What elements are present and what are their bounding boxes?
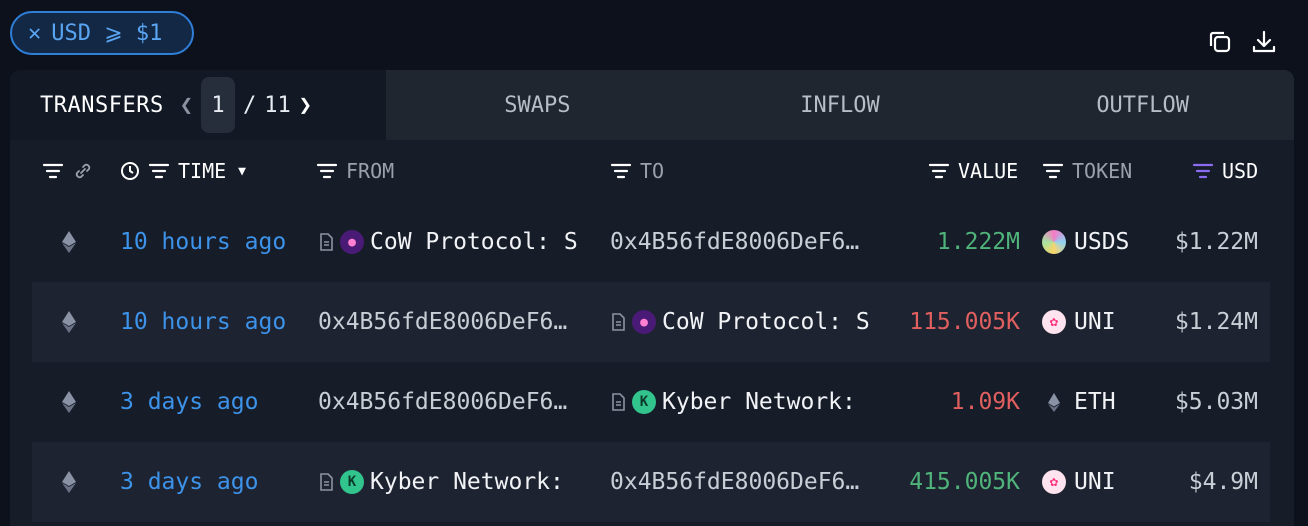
token-label: UNI — [1074, 469, 1116, 495]
table-row[interactable]: 10 hours ago ● CoW Protocol: S 0x4B56fdE… — [32, 202, 1270, 282]
from-header-label: FROM — [346, 159, 395, 183]
row-time[interactable]: 10 hours ago — [120, 282, 286, 362]
usds-token-icon — [1042, 230, 1066, 254]
filter-icon — [1042, 163, 1064, 179]
download-icon[interactable] — [1250, 28, 1278, 56]
column-token[interactable]: TOKEN — [1042, 140, 1132, 202]
chevron-left-icon[interactable]: ❮ — [180, 93, 193, 118]
usd-filter-chip[interactable]: ✕ USD ⩾ $1 — [10, 11, 194, 55]
filter-icon — [610, 163, 632, 179]
to-address[interactable]: 0x4B56fdE8006DeF6… — [610, 202, 880, 282]
contract-icon — [320, 473, 333, 491]
from-address[interactable]: 0x4B56fdE8006DeF6… — [318, 362, 588, 442]
row-time[interactable]: 3 days ago — [120, 362, 258, 442]
row-value: 115.005K — [909, 309, 1020, 335]
ethereum-icon — [62, 442, 76, 522]
token-label: USDS — [1074, 229, 1130, 255]
to-label: Kyber Network: — [662, 389, 856, 415]
contract-icon — [612, 393, 625, 411]
table-row[interactable]: 3 days ago K Kyber Network: 0x4B56fdE800… — [32, 442, 1270, 522]
row-token[interactable]: USDS — [1042, 202, 1129, 282]
kyber-network-icon: K — [632, 390, 656, 414]
transfers-panel: TRANSFERS ❮ 1 / 11 ❯ SWAPS INFLOW OUTFLO… — [10, 70, 1294, 526]
table-row[interactable]: 10 hours ago 0x4B56fdE8006DeF6… ● CoW Pr… — [32, 282, 1270, 362]
row-token[interactable]: ✿ UNI — [1042, 442, 1116, 522]
tab-transfers-label: TRANSFERS — [40, 92, 164, 118]
ethereum-icon — [62, 362, 76, 442]
to-entity[interactable]: K Kyber Network: — [610, 362, 880, 442]
eth-token-icon — [1048, 393, 1060, 412]
table-header: TIME ▼ FROM TO VALUE TOKEN USD — [10, 140, 1294, 202]
from-entity[interactable]: K Kyber Network: — [318, 442, 588, 522]
uni-token-icon: ✿ — [1042, 310, 1066, 334]
to-header-label: TO — [640, 159, 665, 183]
to-address[interactable]: 0x4B56fdE8006DeF6… — [610, 442, 880, 522]
table-row[interactable]: 3 days ago 0x4B56fdE8006DeF6… K Kyber Ne… — [32, 362, 1270, 442]
from-entity[interactable]: ● CoW Protocol: S — [318, 202, 588, 282]
contract-icon — [612, 313, 625, 331]
row-time[interactable]: 10 hours ago — [120, 202, 286, 282]
clock-icon — [120, 161, 140, 181]
total-pages: 11 — [264, 92, 291, 118]
tab-outflow[interactable]: OUTFLOW — [991, 70, 1294, 140]
column-from[interactable]: FROM — [316, 140, 394, 202]
to-entity[interactable]: ● CoW Protocol: S — [610, 282, 880, 362]
kyber-network-icon: K — [340, 470, 364, 494]
close-icon[interactable]: ✕ — [28, 21, 41, 46]
filter-icon[interactable] — [42, 140, 94, 202]
tab-inflow[interactable]: INFLOW — [688, 70, 992, 140]
row-usd: $5.03M — [1174, 389, 1258, 415]
value-header-label: VALUE — [958, 159, 1019, 183]
token-label: UNI — [1074, 309, 1116, 335]
row-usd: $1.24M — [1174, 309, 1258, 335]
row-usd: $4.9M — [1188, 469, 1258, 495]
uni-token-icon: ✿ — [1042, 470, 1066, 494]
column-value[interactable]: VALUE — [928, 140, 1018, 202]
usd-header-label: USD — [1222, 159, 1259, 183]
filter-icon — [928, 163, 950, 179]
row-value: 415.005K — [909, 469, 1020, 495]
to-label: CoW Protocol: S — [662, 309, 870, 335]
ethereum-icon — [62, 202, 76, 282]
current-page[interactable]: 1 — [200, 77, 235, 133]
tab-transfers[interactable]: TRANSFERS ❮ 1 / 11 ❯ — [10, 70, 386, 140]
filter-active-icon — [1192, 163, 1214, 179]
column-usd[interactable]: USD — [1192, 140, 1258, 202]
column-time[interactable]: TIME ▼ — [120, 140, 246, 202]
token-header-label: TOKEN — [1072, 159, 1133, 183]
column-to[interactable]: TO — [610, 140, 664, 202]
row-token[interactable]: ETH — [1042, 362, 1116, 442]
from-address[interactable]: 0x4B56fdE8006DeF6… — [318, 282, 588, 362]
from-label: Kyber Network: — [370, 469, 564, 495]
cow-protocol-icon: ● — [632, 310, 656, 334]
pagination: ❮ 1 / 11 ❯ — [180, 77, 312, 133]
link-icon[interactable] — [72, 160, 94, 182]
ethereum-icon — [62, 282, 76, 362]
filter-chip-label: USD ⩾ $1 — [51, 20, 163, 46]
row-time[interactable]: 3 days ago — [120, 442, 258, 522]
row-value: 1.222M — [936, 229, 1020, 255]
filter-icon — [316, 163, 338, 179]
filter-icon[interactable] — [148, 163, 170, 179]
chevron-right-icon[interactable]: ❯ — [299, 93, 312, 118]
token-label: ETH — [1074, 389, 1116, 415]
contract-icon — [320, 233, 333, 251]
from-label: CoW Protocol: S — [370, 229, 578, 255]
page-separator: / — [242, 92, 257, 118]
cow-protocol-icon: ● — [340, 230, 364, 254]
row-token[interactable]: ✿ UNI — [1042, 282, 1116, 362]
row-usd: $1.22M — [1174, 229, 1258, 255]
tab-swaps[interactable]: SWAPS — [386, 70, 689, 140]
copy-icon[interactable] — [1206, 28, 1234, 56]
time-header-label: TIME — [178, 159, 227, 183]
row-value: 1.09K — [950, 389, 1020, 415]
sort-desc-icon[interactable]: ▼ — [238, 164, 246, 179]
